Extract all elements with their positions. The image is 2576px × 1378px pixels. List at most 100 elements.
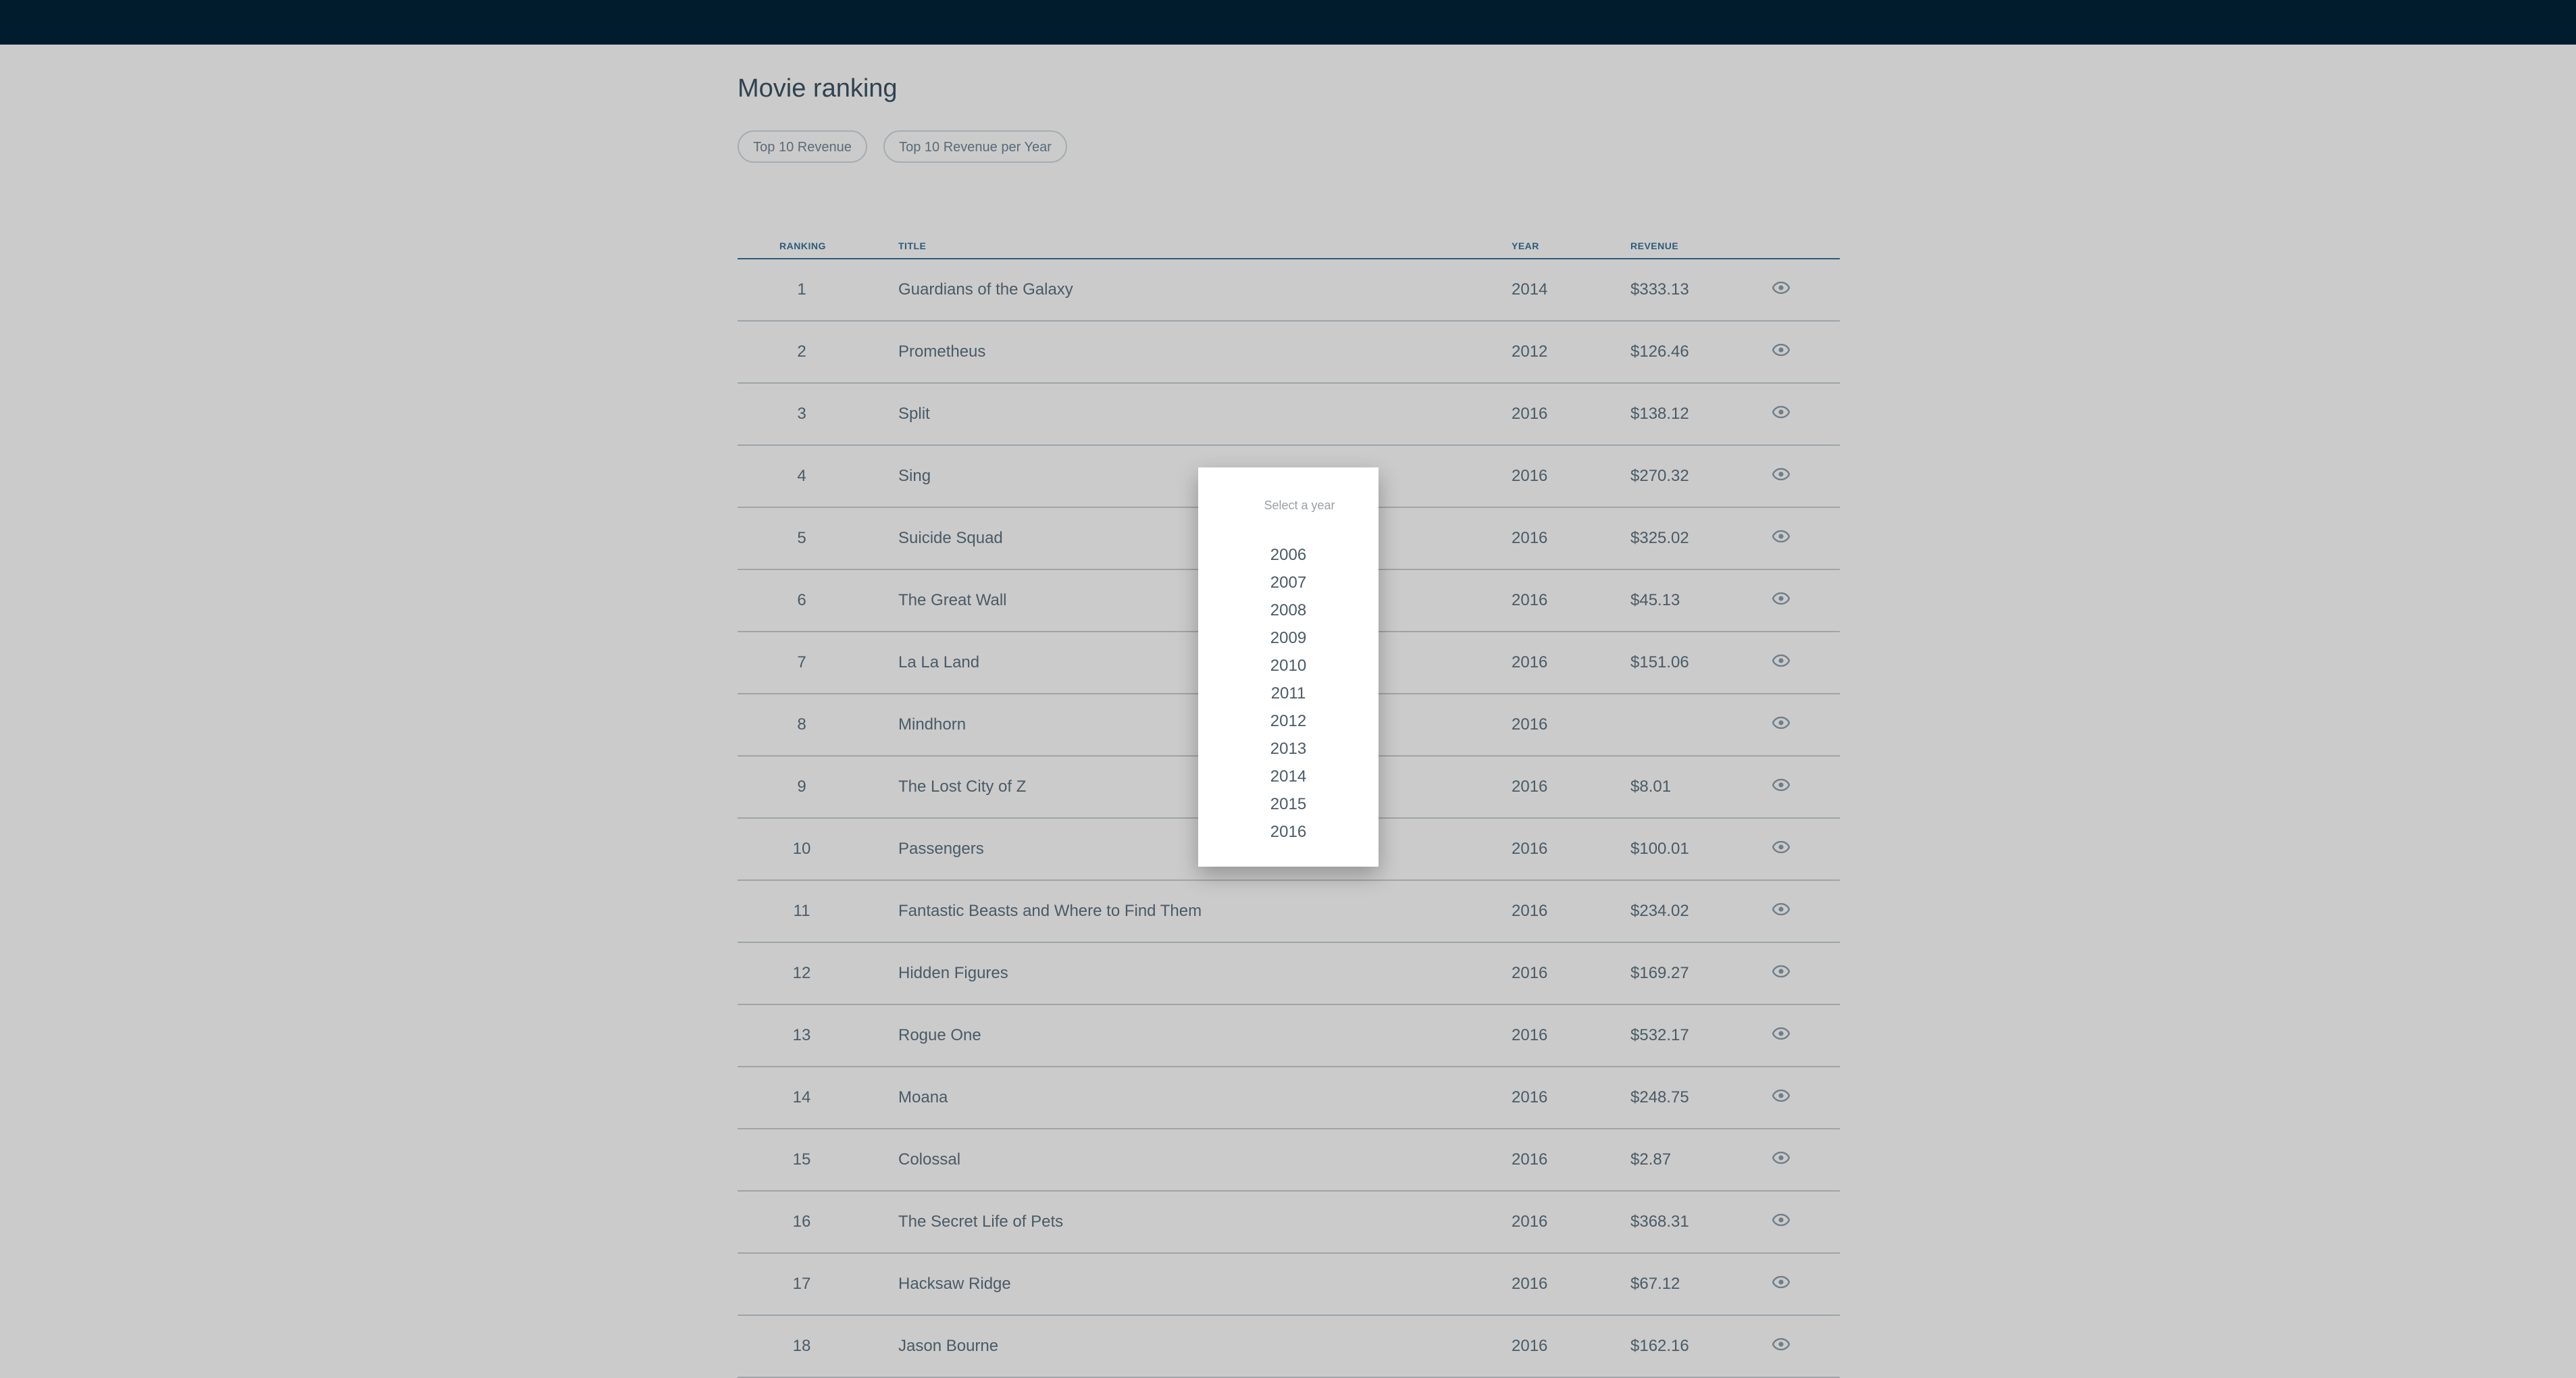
revenue-cell: $2.87 xyxy=(1630,1150,1672,1169)
eye-icon[interactable] xyxy=(1772,592,1790,609)
year-cell: 2014 xyxy=(1512,280,1548,299)
year-option[interactable]: 2013 xyxy=(1198,740,1379,759)
year-cell: 2016 xyxy=(1512,1275,1548,1293)
revenue-cell: $67.12 xyxy=(1630,1275,1680,1293)
table-row: 3 Split 2016 $138.12 xyxy=(738,384,1840,446)
eye-icon[interactable] xyxy=(1772,344,1790,360)
page-title: Movie ranking xyxy=(738,74,898,103)
title-cell: Suicide Squad xyxy=(898,529,1003,547)
year-option[interactable]: 2006 xyxy=(1198,546,1379,565)
rank-cell: 17 xyxy=(792,1275,811,1293)
table-row: 14 Moana 2016 $248.75 xyxy=(738,1067,1840,1129)
year-cell: 2016 xyxy=(1512,1337,1548,1355)
table-row: 12 Hidden Figures 2016 $169.27 xyxy=(738,943,1840,1005)
rank-cell: 5 xyxy=(797,529,806,547)
eye-icon[interactable] xyxy=(1772,406,1790,422)
rank-cell: 10 xyxy=(792,840,811,858)
revenue-cell: $248.75 xyxy=(1630,1088,1689,1106)
title-cell: Jason Bourne xyxy=(898,1337,999,1355)
top-10-revenue-per-year-button[interactable]: Top 10 Revenue per Year xyxy=(883,130,1067,163)
revenue-cell: $333.13 xyxy=(1630,280,1689,299)
eye-icon[interactable] xyxy=(1772,717,1790,733)
eye-icon[interactable] xyxy=(1772,1090,1790,1106)
revenue-cell: $368.31 xyxy=(1630,1213,1689,1231)
eye-icon[interactable] xyxy=(1772,903,1790,919)
rank-cell: 14 xyxy=(792,1088,811,1106)
eye-icon[interactable] xyxy=(1772,468,1790,484)
revenue-cell: $138.12 xyxy=(1630,405,1689,423)
year-cell: 2016 xyxy=(1512,1026,1548,1044)
eye-icon[interactable] xyxy=(1772,965,1790,981)
rank-cell: 13 xyxy=(792,1026,811,1044)
year-cell: 2016 xyxy=(1512,591,1548,609)
eye-icon[interactable] xyxy=(1772,1276,1790,1292)
revenue-cell: $169.27 xyxy=(1630,964,1689,982)
year-cell: 2016 xyxy=(1512,467,1548,485)
revenue-cell: $8.01 xyxy=(1630,777,1672,796)
table-row: 16 The Secret Life of Pets 2016 $368.31 xyxy=(738,1192,1840,1254)
year-picker-label: Select a year xyxy=(1264,499,1335,512)
table-row: 15 Colossal 2016 $2.87 xyxy=(738,1129,1840,1192)
rank-cell: 2 xyxy=(797,342,806,361)
title-cell: Fantastic Beasts and Where to Find Them xyxy=(898,902,1202,920)
rank-cell: 18 xyxy=(792,1337,811,1355)
rank-cell: 15 xyxy=(792,1150,811,1169)
title-cell: The Lost City of Z xyxy=(898,777,1027,796)
rank-cell: 3 xyxy=(797,405,806,423)
table-row: 11 Fantastic Beasts and Where to Find The… xyxy=(738,881,1840,943)
table-header: RANKING TITLE YEAR REVENUE xyxy=(738,236,1840,259)
eye-icon[interactable] xyxy=(1772,282,1790,298)
table-row: 17 Hacksaw Ridge 2016 $67.12 xyxy=(738,1254,1840,1316)
title-cell: Mindhorn xyxy=(898,715,967,734)
year-option[interactable]: 2009 xyxy=(1198,629,1379,648)
eye-icon[interactable] xyxy=(1772,655,1790,671)
table-row: 2 Prometheus 2012 $126.46 xyxy=(738,322,1840,384)
eye-icon[interactable] xyxy=(1772,779,1790,795)
top-10-revenue-button[interactable]: Top 10 Revenue xyxy=(738,130,867,163)
year-option[interactable]: 2007 xyxy=(1198,573,1379,592)
title-cell: Prometheus xyxy=(898,342,986,361)
year-option[interactable]: 2014 xyxy=(1198,767,1379,786)
eye-icon[interactable] xyxy=(1772,530,1790,546)
table-row: 13 Rogue One 2016 $532.17 xyxy=(738,1005,1840,1067)
year-cell: 2016 xyxy=(1512,1150,1548,1169)
year-cell: 2016 xyxy=(1512,529,1548,547)
eye-icon[interactable] xyxy=(1772,1152,1790,1168)
title-cell: Rogue One xyxy=(898,1026,981,1044)
year-option[interactable]: 2016 xyxy=(1198,823,1379,842)
revenue-cell: $270.32 xyxy=(1630,467,1689,485)
title-cell: Passengers xyxy=(898,840,984,858)
eye-icon[interactable] xyxy=(1772,841,1790,857)
rank-cell: 6 xyxy=(797,591,806,609)
year-cell: 2016 xyxy=(1512,653,1548,671)
table-row: 1 Guardians of the Galaxy 2014 $333.13 xyxy=(738,259,1840,322)
year-cell: 2016 xyxy=(1512,902,1548,920)
year-cell: 2016 xyxy=(1512,777,1548,796)
year-option[interactable]: 2010 xyxy=(1198,657,1379,675)
year-cell: 2012 xyxy=(1512,342,1548,361)
header-ranking: RANKING xyxy=(779,240,826,251)
eye-icon[interactable] xyxy=(1772,1338,1790,1354)
year-cell: 2016 xyxy=(1512,840,1548,858)
year-option[interactable]: 2011 xyxy=(1198,684,1379,703)
year-option[interactable]: 2015 xyxy=(1198,795,1379,814)
eye-icon[interactable] xyxy=(1772,1214,1790,1230)
rank-cell: 9 xyxy=(797,777,806,796)
year-option[interactable]: 2012 xyxy=(1198,712,1379,731)
header-title: TITLE xyxy=(898,240,927,251)
rank-cell: 12 xyxy=(792,964,811,982)
title-cell: Hidden Figures xyxy=(898,964,1008,982)
eye-icon[interactable] xyxy=(1772,1027,1790,1044)
header-revenue: REVENUE xyxy=(1630,240,1679,251)
title-cell: The Great Wall xyxy=(898,591,1007,609)
top-app-bar xyxy=(0,0,2576,45)
rank-cell: 1 xyxy=(797,280,806,299)
header-year: YEAR xyxy=(1512,240,1539,251)
year-cell: 2016 xyxy=(1512,405,1548,423)
title-cell: La La Land xyxy=(898,653,980,671)
rank-cell: 8 xyxy=(797,715,806,734)
year-option[interactable]: 2008 xyxy=(1198,601,1379,620)
year-cell: 2016 xyxy=(1512,715,1548,734)
year-picker-popup: Select a year 2006 2007 2008 2009 2010 2011 20… xyxy=(1198,467,1379,867)
revenue-cell: $126.46 xyxy=(1630,342,1689,361)
